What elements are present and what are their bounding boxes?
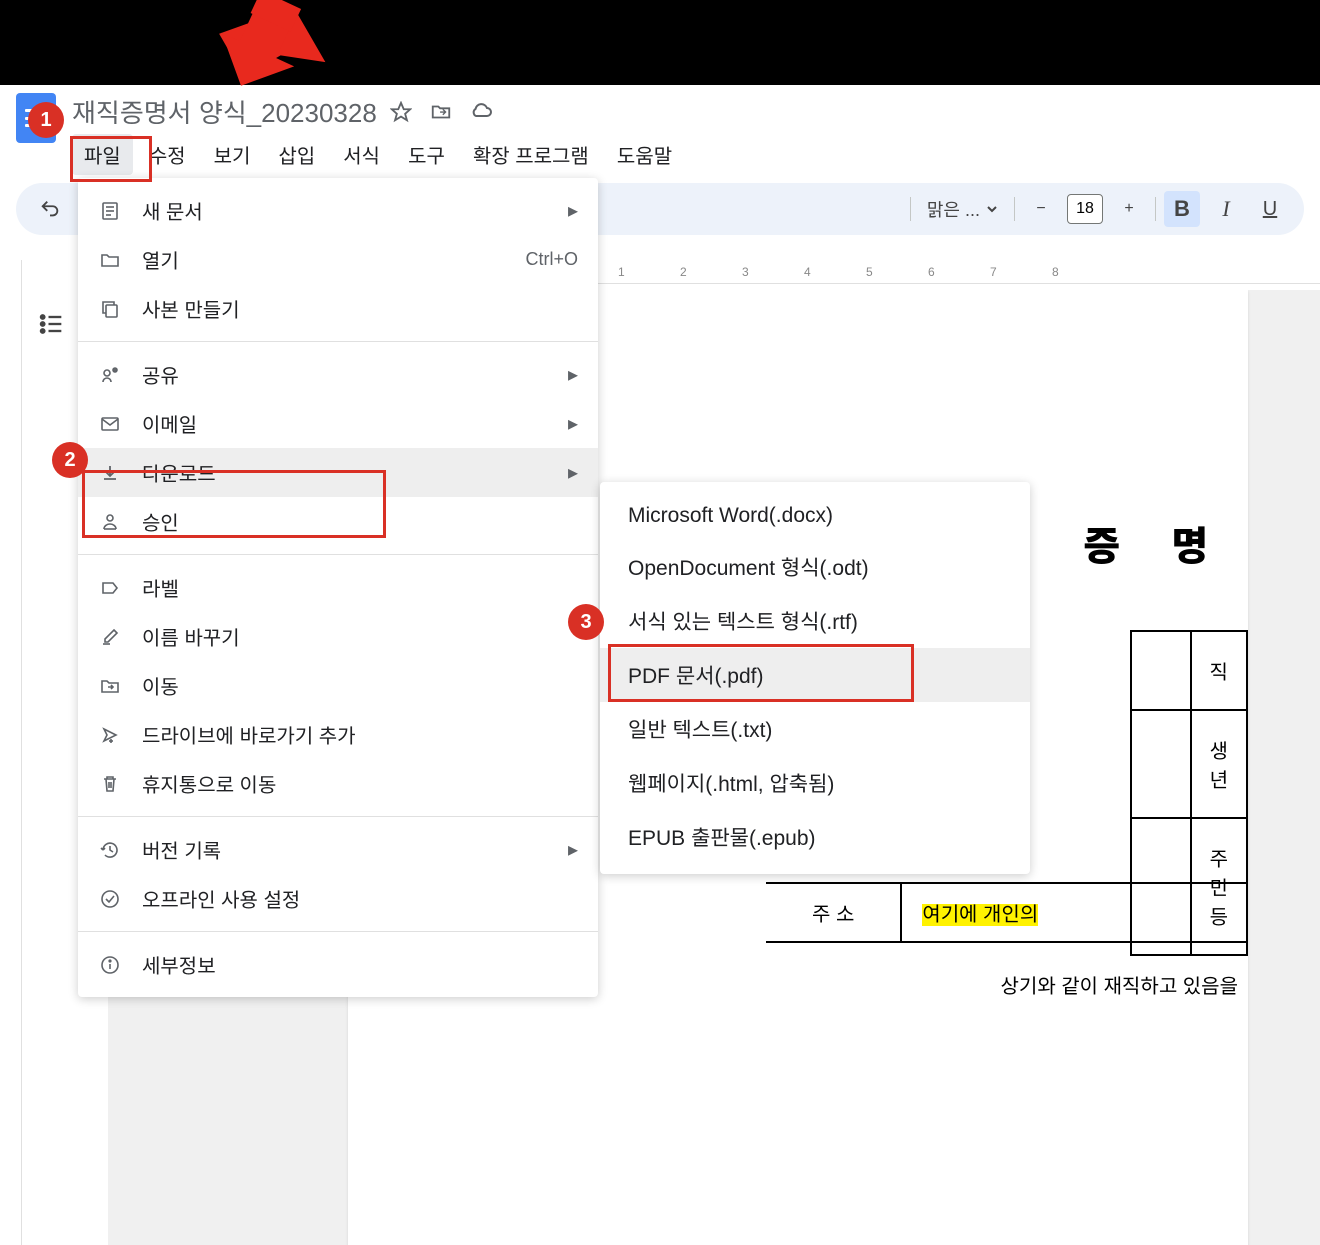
menu-separator xyxy=(78,931,598,932)
doc-heading: 증 명 xyxy=(1083,514,1228,572)
menu-format[interactable]: 서식 xyxy=(331,134,392,175)
menu-view[interactable]: 보기 xyxy=(202,134,263,175)
star-icon[interactable] xyxy=(389,100,413,124)
menu-version-history[interactable]: 버전 기록 ▸ xyxy=(78,825,598,874)
menu-share[interactable]: 공유 ▸ xyxy=(78,350,598,399)
approve-icon xyxy=(98,510,122,534)
download-pdf[interactable]: PDF 문서(.pdf) xyxy=(600,648,1030,702)
menu-insert[interactable]: 삽입 xyxy=(266,134,327,175)
menu-add-shortcut[interactable]: 드라이브에 바로가기 추가 xyxy=(78,710,598,759)
menu-help[interactable]: 도움말 xyxy=(605,134,684,175)
submenu-arrow-icon: ▸ xyxy=(568,362,578,387)
info-icon xyxy=(98,953,122,977)
download-rtf[interactable]: 서식 있는 텍스트 형식(.rtf) xyxy=(600,594,1030,648)
toolbar-separator xyxy=(910,197,911,221)
annotation-arrow xyxy=(180,0,340,110)
move-icon xyxy=(98,674,122,698)
font-size-decrease[interactable]: − xyxy=(1023,191,1059,227)
menu-make-copy[interactable]: 사본 만들기 xyxy=(78,284,598,333)
download-html[interactable]: 웹페이지(.html, 압축됨) xyxy=(600,756,1030,810)
menu-trash[interactable]: 휴지통으로 이동 xyxy=(78,759,598,808)
font-size-input[interactable] xyxy=(1067,194,1103,224)
font-size-increase[interactable]: + xyxy=(1111,191,1147,227)
menu-file[interactable]: 파일 xyxy=(72,134,133,175)
font-family-select[interactable]: 맑은 ... xyxy=(919,196,1006,222)
doc-address-row: 주 소 여기에 개인의 xyxy=(766,882,1248,943)
menu-approve[interactable]: 승인 xyxy=(78,497,598,546)
menu-label[interactable]: 라벨 xyxy=(78,563,598,612)
file-menu-dropdown: 새 문서 ▸ 열기 Ctrl+O 사본 만들기 공유 ▸ 이메일 ▸ 다운로드 … xyxy=(78,178,598,997)
menu-open[interactable]: 열기 Ctrl+O xyxy=(78,235,598,284)
vertical-ruler xyxy=(2,260,22,1245)
download-icon xyxy=(98,461,122,485)
trash-icon xyxy=(98,772,122,796)
download-docx[interactable]: Microsoft Word(.docx) xyxy=(600,492,1030,540)
submenu-arrow-icon: ▸ xyxy=(568,837,578,862)
menu-separator xyxy=(78,554,598,555)
menu-offline[interactable]: 오프라인 사용 설정 xyxy=(78,874,598,923)
menu-new-doc[interactable]: 새 문서 ▸ xyxy=(78,186,598,235)
address-label: 주 소 xyxy=(766,884,902,941)
rename-icon xyxy=(98,625,122,649)
menu-download[interactable]: 다운로드 ▸ xyxy=(78,448,598,497)
history-icon xyxy=(98,838,122,862)
folder-icon xyxy=(98,248,122,272)
annotation-badge-2: 2 xyxy=(52,442,88,478)
menu-separator xyxy=(78,341,598,342)
menu-move[interactable]: 이동 xyxy=(78,661,598,710)
download-submenu: Microsoft Word(.docx) OpenDocument 형식(.o… xyxy=(600,482,1030,874)
menu-rename[interactable]: 이름 바꾸기 xyxy=(78,612,598,661)
submenu-arrow-icon: ▸ xyxy=(568,411,578,436)
annotation-badge-1: 1 xyxy=(28,102,64,138)
menu-email[interactable]: 이메일 ▸ xyxy=(78,399,598,448)
underline-button[interactable]: U xyxy=(1252,191,1288,227)
download-odt[interactable]: OpenDocument 형식(.odt) xyxy=(600,540,1030,594)
new-doc-icon xyxy=(98,199,122,223)
menu-separator xyxy=(78,816,598,817)
doc-bottom-text: 상기와 같이 재직하고 있음을 xyxy=(1001,970,1238,999)
download-epub[interactable]: EPUB 출판물(.epub) xyxy=(600,810,1030,864)
italic-button[interactable]: I xyxy=(1208,191,1244,227)
submenu-arrow-icon: ▸ xyxy=(568,460,578,485)
menu-extensions[interactable]: 확장 프로그램 xyxy=(461,134,601,175)
cloud-status-icon[interactable] xyxy=(469,100,493,124)
bold-button[interactable]: B xyxy=(1164,191,1200,227)
copy-icon xyxy=(98,297,122,321)
toolbar-separator xyxy=(1014,197,1015,221)
shortcut-icon xyxy=(98,723,122,747)
menu-tools[interactable]: 도구 xyxy=(396,134,457,175)
download-txt[interactable]: 일반 텍스트(.txt) xyxy=(600,702,1030,756)
email-icon xyxy=(98,412,122,436)
annotation-badge-3: 3 xyxy=(568,604,604,640)
toolbar-separator xyxy=(1155,197,1156,221)
move-folder-icon[interactable] xyxy=(429,100,453,124)
offline-icon xyxy=(98,887,122,911)
menu-details[interactable]: 세부정보 xyxy=(78,940,598,989)
label-icon xyxy=(98,576,122,600)
share-icon xyxy=(98,363,122,387)
menu-edit[interactable]: 수정 xyxy=(137,134,198,175)
address-value: 여기에 개인의 xyxy=(902,884,1058,941)
menu-bar: 파일 수정 보기 삽입 서식 도구 확장 프로그램 도움말 xyxy=(72,134,1304,175)
submenu-arrow-icon: ▸ xyxy=(568,198,578,223)
outline-toggle[interactable] xyxy=(30,302,74,346)
undo-button[interactable] xyxy=(32,191,68,227)
